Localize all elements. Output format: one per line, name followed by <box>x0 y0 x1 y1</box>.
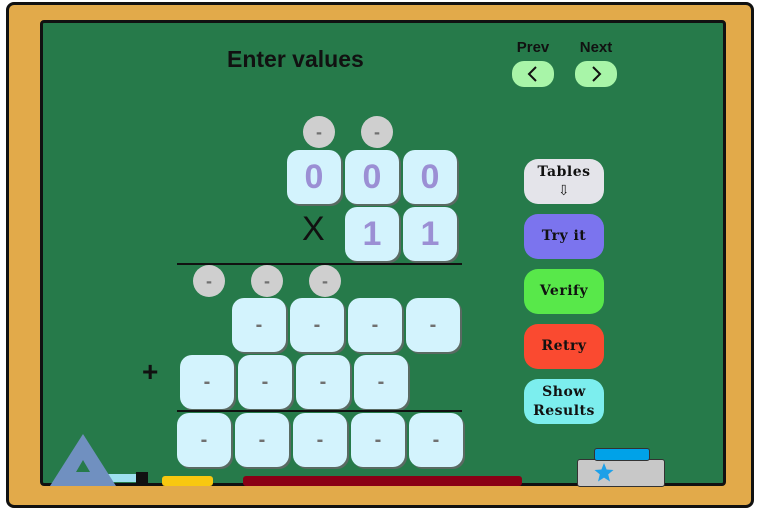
partial-product-cell[interactable]: - <box>406 298 460 352</box>
result-cell[interactable]: - <box>235 413 289 467</box>
eraser-icon <box>577 459 665 487</box>
next-button[interactable] <box>575 61 617 87</box>
chalk-yellow-icon <box>162 476 213 486</box>
partial-product-cell[interactable]: - <box>180 355 234 409</box>
star-icon <box>594 463 614 482</box>
partial-product-cell[interactable]: - <box>296 355 350 409</box>
chevron-right-icon <box>592 66 602 82</box>
next-label: Next <box>579 39 613 56</box>
tables-button[interactable]: Tables ⇩ <box>524 159 604 204</box>
retry-button[interactable]: Retry <box>524 324 604 369</box>
multiplicand-digit[interactable]: 0 <box>345 150 399 204</box>
carry-input[interactable]: - <box>193 265 225 297</box>
result-cell[interactable]: - <box>351 413 405 467</box>
show-results-label: Results <box>533 402 595 419</box>
chevron-left-icon <box>527 66 537 82</box>
carry-input[interactable]: - <box>309 265 341 297</box>
arrow-down-icon: ⇩ <box>557 182 571 199</box>
multiplier-digit[interactable]: 1 <box>403 207 457 261</box>
triangle-ruler-icon <box>50 434 148 486</box>
partial-product-cell[interactable]: - <box>232 298 286 352</box>
verify-button[interactable]: Verify <box>524 269 604 314</box>
carry-input[interactable]: - <box>361 116 393 148</box>
prev-label: Prev <box>516 39 550 56</box>
result-cell[interactable]: - <box>409 413 463 467</box>
multiplier-digit[interactable]: 1 <box>345 207 399 261</box>
multiplicand-digit[interactable]: 0 <box>287 150 341 204</box>
carry-input[interactable]: - <box>303 116 335 148</box>
add-operator: + <box>142 356 159 387</box>
partial-product-cell[interactable]: - <box>238 355 292 409</box>
show-results-button[interactable]: Show Results <box>524 379 604 424</box>
show-results-label: Show <box>542 383 586 400</box>
result-cell[interactable]: - <box>177 413 231 467</box>
multiplicand-digit[interactable]: 0 <box>403 150 457 204</box>
carry-input[interactable]: - <box>251 265 283 297</box>
try-it-button[interactable]: Try it <box>524 214 604 259</box>
tables-label: Tables <box>537 163 591 180</box>
prev-button[interactable] <box>512 61 554 87</box>
multiply-operator: X <box>302 210 325 248</box>
chalk-tray-icon <box>243 476 522 486</box>
divider-line <box>177 410 462 412</box>
partial-product-cell[interactable]: - <box>354 355 408 409</box>
partial-product-cell[interactable]: - <box>348 298 402 352</box>
eraser-handle-icon <box>594 448 650 461</box>
result-cell[interactable]: - <box>293 413 347 467</box>
partial-product-cell[interactable]: - <box>290 298 344 352</box>
page-title: Enter values <box>227 46 364 72</box>
